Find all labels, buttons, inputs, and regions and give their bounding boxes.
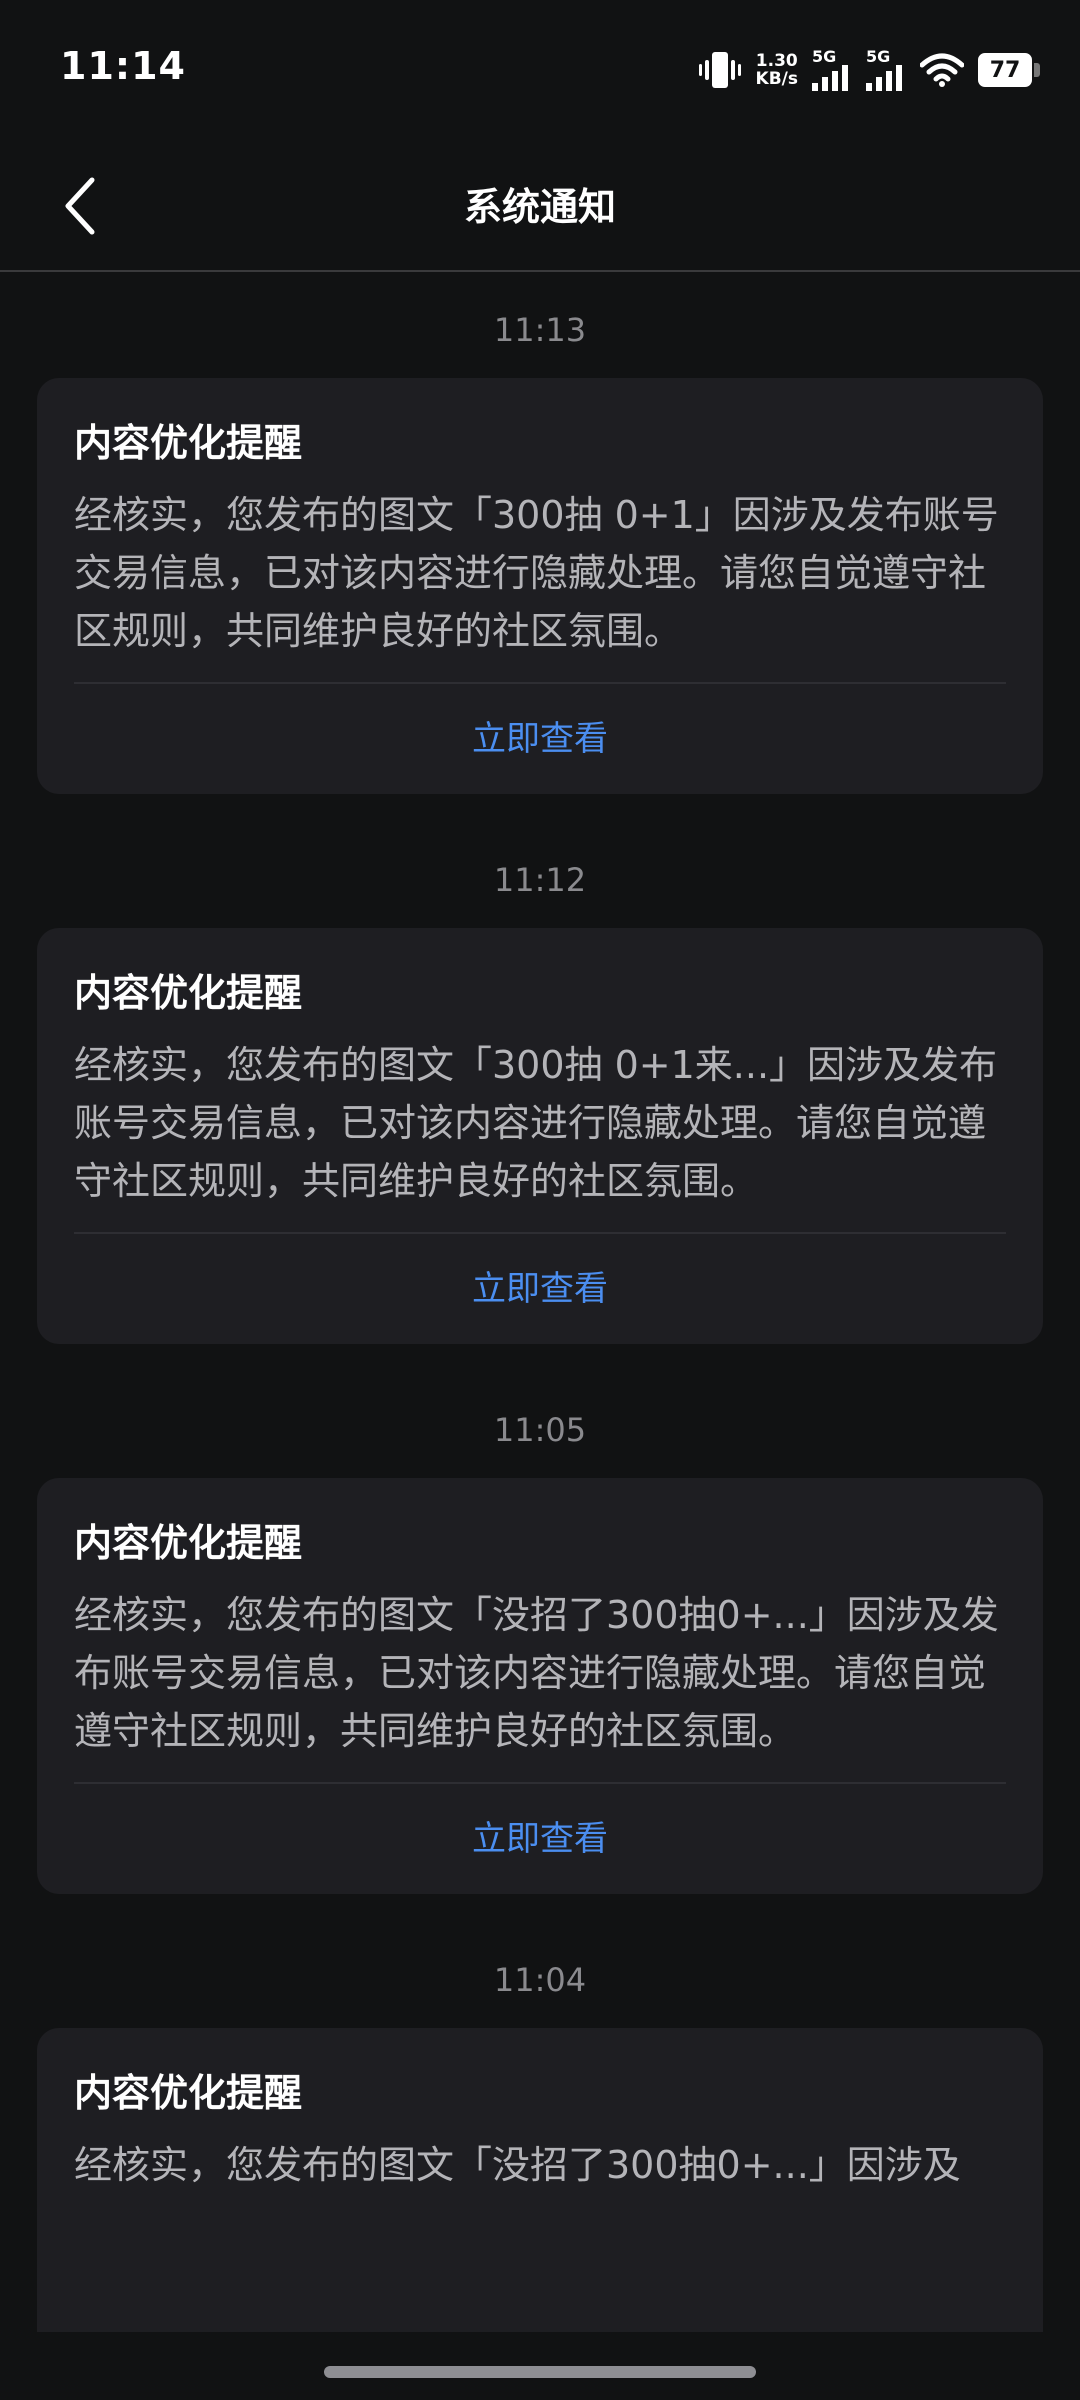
vibrate-icon bbox=[698, 50, 742, 90]
status-time: 11:14 bbox=[60, 44, 186, 88]
battery-level: 77 bbox=[989, 57, 1021, 83]
battery-icon: 77 bbox=[978, 53, 1040, 87]
status-icons: 1.30 KB/s 5G 5G 77 bbox=[698, 46, 1040, 94]
nav-bar: 系统通知 bbox=[0, 140, 1080, 272]
notification-title: 内容优化提醒 bbox=[74, 421, 303, 465]
view-now-button[interactable]: 立即查看 bbox=[74, 684, 1006, 794]
signal-1-label: 5G bbox=[812, 47, 837, 66]
page-title: 系统通知 bbox=[463, 185, 616, 229]
signal-bars-icon bbox=[866, 65, 902, 91]
notification-card[interactable]: 内容优化提醒 经核实，您发布的图文「没招了300抽0+...」因涉及发布账号交易… bbox=[37, 1478, 1043, 1894]
notification-title: 内容优化提醒 bbox=[74, 971, 303, 1015]
status-bar: 11:14 1.30 KB/s 5G 5G 77 bbox=[0, 0, 1080, 140]
notification-time: 11:13 bbox=[493, 311, 587, 349]
notification-card[interactable]: 内容优化提醒 经核实，您发布的图文「300抽 0+1来...」因涉及发布账号交易… bbox=[37, 928, 1043, 1344]
notification-time: 11:04 bbox=[493, 1961, 587, 1999]
notification-body: 经核实，您发布的图文「300抽 0+1来...」因涉及发布账号交易信息，已对该内… bbox=[74, 1043, 998, 1203]
home-indicator[interactable] bbox=[324, 2366, 756, 2378]
signal-2-label: 5G bbox=[866, 47, 891, 66]
signal-2: 5G bbox=[866, 49, 906, 91]
notification-card[interactable]: 内容优化提醒 经核实，您发布的图文「300抽 0+1」因涉及发布账号交易信息，已… bbox=[37, 378, 1043, 794]
notification-body: 经核实，您发布的图文「没招了300抽0+...」因涉及发布账号交易信息，已对该内… bbox=[74, 1593, 999, 1753]
notification-body: 经核实，您发布的图文「没招了300抽0+...」因涉及 bbox=[74, 2143, 961, 2187]
notification-time: 11:05 bbox=[493, 1411, 587, 1449]
notification-title: 内容优化提醒 bbox=[74, 1521, 303, 1565]
notification-time: 11:12 bbox=[493, 861, 587, 899]
network-speed: 1.30 KB/s bbox=[756, 52, 798, 88]
wifi-icon bbox=[920, 53, 964, 87]
notification-card[interactable]: 内容优化提醒 经核实，您发布的图文「没招了300抽0+...」因涉及 bbox=[37, 2028, 1043, 2332]
signal-1: 5G bbox=[812, 49, 852, 91]
view-now-button[interactable]: 立即查看 bbox=[74, 1234, 1006, 1344]
notification-body: 经核实，您发布的图文「300抽 0+1」因涉及发布账号交易信息，已对该内容进行隐… bbox=[74, 493, 999, 653]
network-speed-unit: KB/s bbox=[755, 69, 798, 89]
notification-title: 内容优化提醒 bbox=[74, 2071, 303, 2115]
network-speed-value: 1.30 bbox=[755, 51, 798, 71]
signal-bars-icon bbox=[812, 65, 848, 91]
notification-list[interactable]: 11:13 内容优化提醒 经核实，您发布的图文「300抽 0+1」因涉及发布账号… bbox=[0, 272, 1080, 2332]
view-now-button[interactable]: 立即查看 bbox=[74, 1784, 1006, 1894]
